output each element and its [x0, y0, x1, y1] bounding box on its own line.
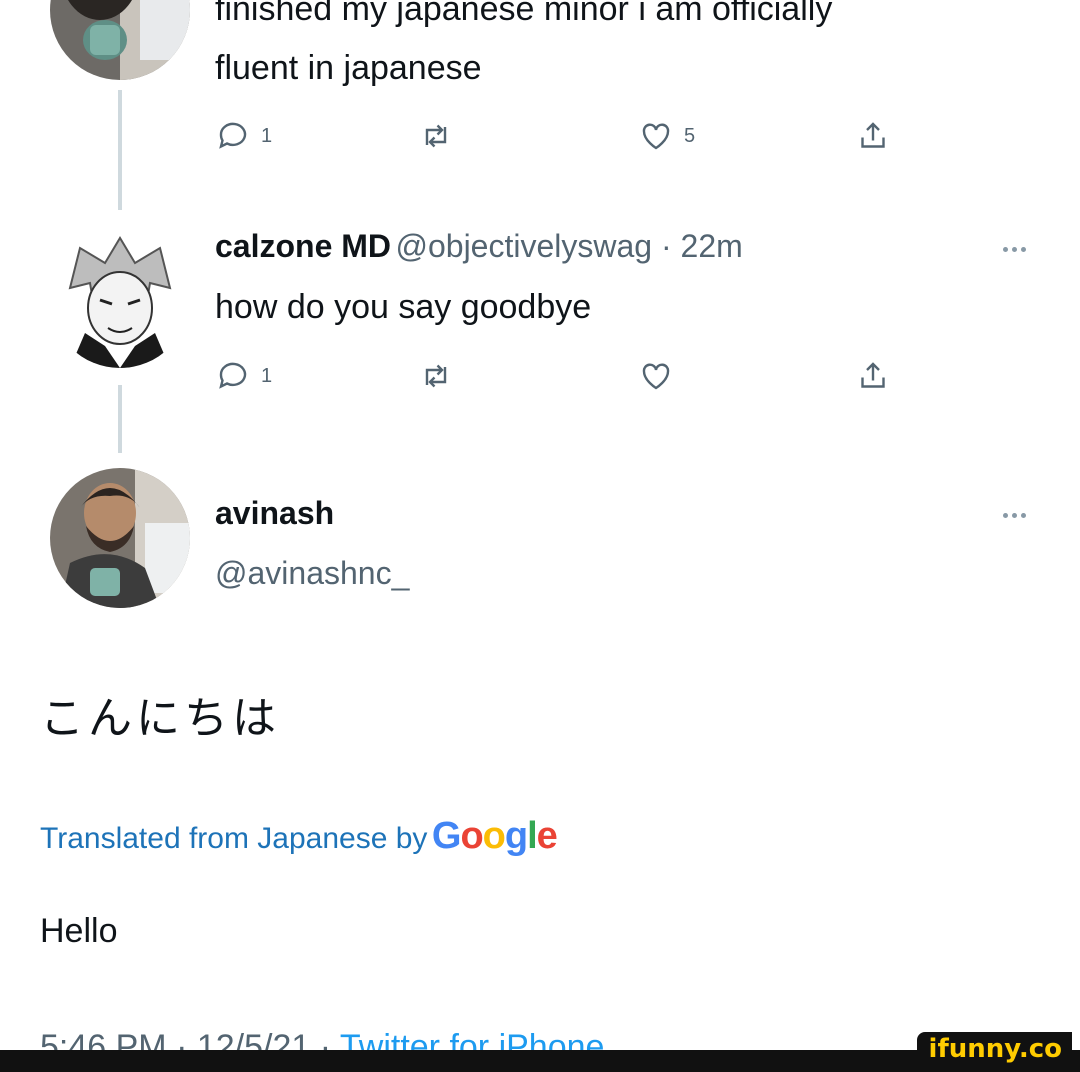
main-more-options[interactable] [1003, 513, 1026, 518]
reply-count: 1 [261, 364, 273, 387]
dot [1021, 247, 1026, 252]
main-display-name[interactable]: avinash [215, 495, 334, 532]
reply-icon [219, 122, 247, 149]
avatar-avinash-top[interactable] [50, 0, 190, 80]
retweet-icon [425, 124, 447, 148]
top-reply-button[interactable]: 1 [215, 118, 272, 154]
top-like-button[interactable]: 5 [638, 118, 695, 154]
google-letter: o [482, 815, 506, 857]
google-letter: o [460, 815, 483, 857]
reply-icon [219, 362, 247, 389]
reply-display-name[interactable]: calzone MD [215, 228, 391, 264]
reply-more-options[interactable] [1003, 247, 1026, 252]
heart-icon [642, 363, 670, 390]
reply-tweet-text: how do you say goodbye [215, 288, 592, 326]
thread-line-top [118, 90, 122, 210]
like-count: 5 [684, 124, 696, 147]
google-letter: e [536, 815, 558, 857]
avatar-calzone-md[interactable] [50, 228, 190, 368]
top-share-button[interactable] [855, 118, 891, 154]
top-tweet-text-line2: fluent in japanese [215, 49, 482, 87]
dot [1012, 513, 1017, 518]
dot [1003, 247, 1008, 252]
reply-like-button[interactable] [638, 358, 674, 394]
dot [1012, 247, 1017, 252]
reply-author-line: calzone MD @objectivelyswag · 22m [215, 228, 743, 265]
ifunny-watermark: ifunny.co [916, 1032, 1072, 1072]
heart-icon [642, 123, 670, 150]
translated-label: Translated from Japanese by [40, 822, 428, 855]
top-retweet-button[interactable] [418, 118, 454, 154]
main-handle[interactable]: @avinashnc_ [215, 555, 409, 592]
translation-attribution[interactable]: Translated from Japanese by Google [40, 815, 558, 858]
google-letter: g [504, 815, 528, 857]
google-letter: G [431, 815, 462, 857]
main-tweet-japanese-text: こんにちは [40, 693, 280, 744]
dot [1021, 513, 1026, 518]
translation-text: Hello [40, 912, 118, 950]
google-letter: l [527, 815, 538, 857]
thread-line-reply [118, 385, 122, 453]
reply-share-button[interactable] [855, 358, 891, 394]
share-icon [861, 122, 885, 148]
top-tweet-text-line1: finished my japanese minor i am official… [215, 0, 833, 28]
avatar-avinash[interactable] [50, 468, 190, 608]
retweet-icon [425, 364, 447, 388]
tweet-screenshot: finished my japanese minor i am official… [0, 0, 1080, 1072]
google-logo: Google [431, 815, 558, 857]
reply-retweet-button[interactable] [418, 358, 454, 394]
reply-count: 1 [261, 124, 273, 147]
reply-handle-time[interactable]: @objectivelyswag · 22m [395, 228, 742, 264]
reply-reply-button[interactable]: 1 [215, 358, 272, 394]
dot [1003, 513, 1008, 518]
share-icon [861, 362, 885, 388]
